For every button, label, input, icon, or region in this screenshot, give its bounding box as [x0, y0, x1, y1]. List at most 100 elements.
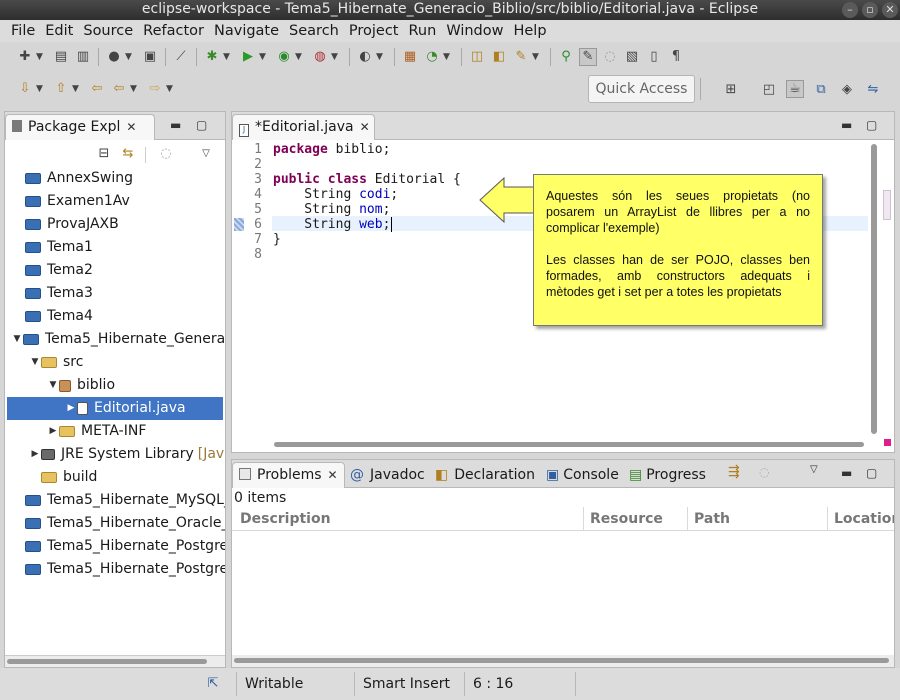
column-location[interactable]: Location — [828, 507, 894, 531]
menu-edit[interactable]: Edit — [40, 20, 78, 42]
column-description[interactable]: Description — [234, 507, 584, 531]
chevron-down-icon[interactable]: ▼ — [36, 84, 46, 94]
debug-perspective-icon[interactable]: ◈ — [838, 81, 856, 99]
tab-progress[interactable]: ▤ Progress — [629, 464, 706, 486]
chevron-down-icon[interactable]: ▼ — [331, 52, 341, 62]
tree-item-tema4[interactable]: Tema4 — [13, 305, 93, 328]
maximize-icon[interactable]: ▢ — [866, 118, 877, 132]
tree-item-tema5-hibernate-postgre-1[interactable]: Tema5_Hibernate_Postgre — [13, 535, 225, 558]
monitor-icon[interactable]: ▣ — [141, 48, 159, 66]
menu-source[interactable]: Source — [78, 20, 138, 42]
tree-item-build[interactable]: build — [29, 466, 97, 489]
scrollbar-thumb[interactable] — [871, 144, 877, 434]
chevron-down-icon[interactable]: ▼ — [125, 52, 135, 62]
tab-console[interactable]: ▣ Console — [546, 464, 619, 486]
tree-item-jre-system-library[interactable]: ▶ JRE System Library [Jav — [29, 443, 225, 466]
minimize-icon[interactable]: ▬ — [841, 466, 852, 480]
focus-icon[interactable]: ◌ — [759, 465, 769, 479]
search-icon[interactable]: ✎ — [512, 48, 530, 66]
tree-item-tema3[interactable]: Tema3 — [13, 282, 93, 305]
menu-navigate[interactable]: Navigate — [209, 20, 284, 42]
chevron-down-icon[interactable]: ▼ — [532, 52, 542, 62]
column-resource[interactable]: Resource — [584, 507, 688, 531]
collapsed-arrow-icon[interactable]: ▶ — [65, 397, 77, 420]
tree-item-annexswing[interactable]: AnnexSwing — [13, 167, 133, 190]
minimize-icon[interactable]: ▬ — [841, 118, 852, 132]
update-icon[interactable]: ⇱ — [204, 675, 222, 693]
chevron-down-icon[interactable]: ▼ — [443, 52, 453, 62]
tree-item-tema5-hibernate-mysql[interactable]: Tema5_Hibernate_MySQL_ — [13, 489, 225, 512]
pilcrow-icon[interactable]: ¶ — [667, 48, 685, 66]
tree-item-tema5-hibernate-postgre-2[interactable]: Tema5_Hibernate_Postgre — [13, 558, 225, 581]
expanded-arrow-icon[interactable]: ▼ — [29, 351, 41, 374]
focus-icon[interactable]: ◌ — [157, 145, 175, 163]
new-java-package-icon[interactable]: ▦ — [401, 48, 419, 66]
scrollbar-thumb[interactable] — [274, 442, 864, 447]
chevron-down-icon[interactable]: ▼ — [130, 84, 140, 94]
tree-item-tema2[interactable]: Tema2 — [13, 259, 93, 282]
menu-project[interactable]: Project — [344, 20, 404, 42]
close-icon[interactable]: ✕ — [328, 468, 338, 482]
run-icon[interactable]: ▶ — [239, 48, 257, 66]
minimize-window-button[interactable]: – — [842, 2, 858, 18]
next-annotation-icon[interactable]: ⚲ — [557, 48, 575, 66]
java-perspective-icon[interactable]: ☕ — [786, 80, 804, 98]
new-icon[interactable]: ✚ — [16, 48, 34, 66]
chevron-down-icon[interactable]: ▼ — [36, 52, 46, 62]
previous-edit-icon[interactable]: ⇧ — [52, 80, 70, 98]
tree-item-tema5-hibernate-generacio[interactable]: ▼ Tema5_Hibernate_Genera — [11, 328, 225, 351]
collapsed-arrow-icon[interactable]: ▶ — [47, 420, 59, 443]
quick-access-field[interactable]: Quick Access — [588, 75, 695, 103]
menu-file[interactable]: File — [6, 20, 40, 42]
new-java-class-icon[interactable]: ◔ — [423, 48, 441, 66]
tab-package-explorer[interactable]: Package Expl ✕ — [5, 114, 155, 140]
expanded-arrow-icon[interactable]: ▼ — [11, 328, 23, 351]
view-menu-icon[interactable]: ▽ — [810, 464, 818, 475]
collapse-all-icon[interactable]: ⊟ — [95, 145, 113, 163]
close-icon[interactable]: ✕ — [126, 120, 136, 134]
horizontal-scrollbar[interactable] — [272, 441, 866, 449]
terminal-icon[interactable]: ● — [105, 48, 123, 66]
next-edit-icon[interactable]: ⇩ — [16, 80, 34, 98]
forward-arrow-icon[interactable]: ⇨ — [146, 80, 164, 98]
horizontal-scrollbar[interactable] — [232, 655, 894, 667]
maximize-icon[interactable]: ▢ — [866, 466, 877, 480]
run-server-icon[interactable]: ◉ — [275, 48, 293, 66]
open-type-icon[interactable]: ◫ — [468, 48, 486, 66]
tree-item-tema5-hibernate-oracle[interactable]: Tema5_Hibernate_Oracle_ — [13, 512, 225, 535]
back-arrow-icon[interactable]: ⇦ — [110, 80, 128, 98]
close-window-button[interactable]: ✕ — [882, 2, 898, 18]
coverage-icon[interactable]: ◐ — [356, 48, 374, 66]
menu-refactor[interactable]: Refactor — [138, 20, 209, 42]
view-menu-icon[interactable]: ▽ — [197, 145, 215, 163]
tree-item-editorial-java[interactable]: ▶ Editorial.java — [7, 397, 223, 420]
tree-item-examen1av[interactable]: Examen1Av — [13, 190, 130, 213]
toggle-mark-occurrences-icon[interactable]: ✎ — [579, 48, 597, 66]
tab-javadoc[interactable]: @ Javadoc — [350, 464, 425, 486]
maximize-icon[interactable]: ▢ — [196, 118, 207, 132]
chevron-down-icon[interactable]: ▼ — [223, 52, 233, 62]
block-selection-icon[interactable]: ▧ — [623, 48, 641, 66]
overview-ruler-marker[interactable] — [883, 190, 891, 220]
debug-icon[interactable]: ✱ — [203, 48, 221, 66]
jee-perspective-icon[interactable]: ◰ — [760, 81, 778, 99]
overflow-views-icon[interactable]: ⇶ — [728, 464, 740, 480]
horizontal-scrollbar[interactable] — [5, 655, 225, 667]
menu-help[interactable]: Help — [508, 20, 551, 42]
chevron-down-icon[interactable]: ▼ — [72, 84, 82, 94]
skip-breakpoints-icon[interactable]: ⟋ — [172, 48, 190, 66]
git-perspective-icon[interactable]: ⇋ — [864, 81, 882, 99]
tree-item-tema1[interactable]: Tema1 — [13, 236, 93, 259]
vertical-scrollbar[interactable] — [869, 142, 879, 442]
tree-item-provajaxb[interactable]: ProvaJAXB — [13, 213, 119, 236]
expanded-arrow-icon[interactable]: ▼ — [47, 374, 59, 397]
tab-editorial-java[interactable]: J *Editorial.java ✕ — [232, 114, 375, 140]
chevron-down-icon[interactable]: ▼ — [376, 52, 386, 62]
scrollbar-thumb[interactable] — [7, 659, 207, 664]
tree-item-src[interactable]: ▼ src — [29, 351, 84, 374]
menu-window[interactable]: Window — [441, 20, 508, 42]
show-whitespace-icon[interactable]: ▯ — [645, 48, 663, 66]
chevron-down-icon[interactable]: ▼ — [295, 52, 305, 62]
database-perspective-icon[interactable]: ⧉ — [812, 81, 830, 99]
link-with-editor-icon[interactable]: ⇆ — [119, 145, 137, 163]
